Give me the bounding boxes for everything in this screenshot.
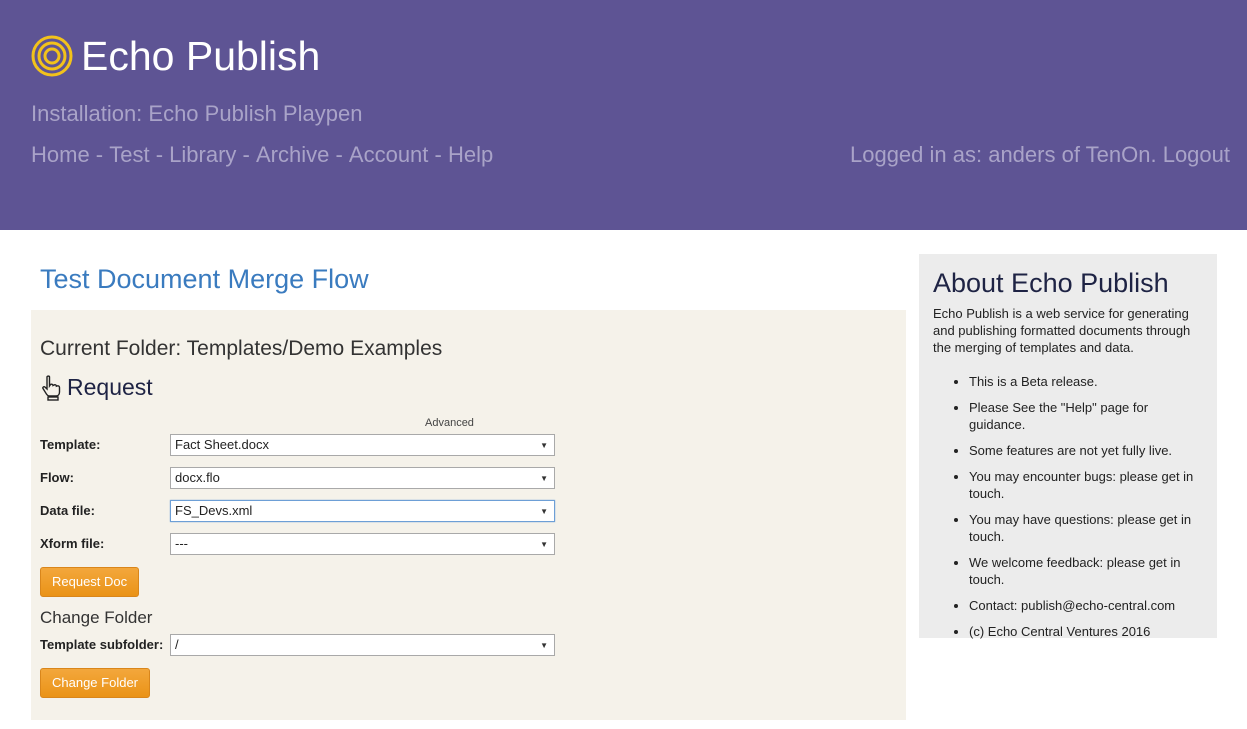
list-item: You may encounter bugs: please get in to… — [969, 468, 1203, 502]
brand-name: Echo Publish — [81, 33, 321, 79]
xform-file-value: --- — [175, 536, 188, 551]
request-doc-button[interactable]: Request Doc — [40, 567, 140, 597]
change-folder-button[interactable]: Change Folder — [40, 668, 150, 698]
template-subfolder-select[interactable]: / ▼ — [170, 634, 555, 656]
dropdown-arrow-icon: ▼ — [540, 507, 548, 516]
list-item: We welcome feedback: please get in touch… — [969, 554, 1203, 588]
about-description: Echo Publish is a web service for genera… — [933, 306, 1191, 355]
site-header: Echo Publish Installation: Echo Publish … — [0, 0, 1247, 230]
pointing-hand-icon — [42, 374, 61, 401]
advanced-toggle[interactable]: Advanced — [425, 417, 474, 429]
nav-separator: - — [89, 142, 110, 167]
data-file-value: FS_Devs.xml — [175, 503, 253, 518]
template-label: Template: — [40, 437, 101, 452]
template-subfolder-label: Template subfolder: — [40, 637, 164, 652]
nav-separator: - — [149, 142, 170, 167]
flow-value: docx.flo — [175, 470, 220, 485]
list-item: You may have questions: please get in to… — [969, 511, 1203, 545]
list-item: Contact: publish@echo-central.com — [969, 597, 1203, 614]
template-value: Fact Sheet.docx — [175, 437, 269, 452]
list-item: This is a Beta release. — [969, 373, 1203, 390]
dropdown-arrow-icon: ▼ — [540, 641, 548, 650]
dropdown-arrow-icon: ▼ — [540, 441, 548, 450]
xform-file-select[interactable]: --- ▼ — [170, 533, 555, 555]
list-item: (c) Echo Central Ventures 2016 — [969, 623, 1203, 640]
dropdown-arrow-icon: ▼ — [540, 540, 548, 549]
main-nav: Home - Test - Library - Archive - Accoun… — [31, 142, 493, 168]
nav-account[interactable]: Account — [349, 142, 429, 168]
request-panel: Current Folder: Templates/Demo Examples … — [31, 310, 906, 720]
about-sidebar: About Echo Publish Echo Publish is a web… — [919, 254, 1217, 640]
data-file-label: Data file: — [40, 503, 95, 518]
nav-help[interactable]: Help — [448, 142, 493, 168]
nav-library[interactable]: Library — [169, 142, 236, 168]
nav-separator: - — [236, 142, 256, 167]
nav-separator: - — [329, 142, 349, 167]
template-select[interactable]: Fact Sheet.docx ▼ — [170, 434, 555, 456]
installation-label: Installation: Echo Publish Playpen — [31, 101, 363, 126]
about-title: About Echo Publish — [933, 268, 1169, 298]
dropdown-arrow-icon: ▼ — [540, 474, 548, 483]
nav-separator: - — [428, 142, 448, 167]
flow-select[interactable]: docx.flo ▼ — [170, 467, 555, 489]
brand-logo-link[interactable]: Echo Publish — [31, 33, 320, 79]
about-list: This is a Beta release. Please See the "… — [933, 373, 1203, 640]
nav-test[interactable]: Test — [109, 142, 149, 168]
login-status: Logged in as: anders of TenOn. Logout — [850, 142, 1230, 168]
list-item: Please See the "Help" page for guidance. — [969, 399, 1203, 433]
logout-link[interactable]: Logout — [1163, 142, 1230, 167]
request-title: Request — [67, 374, 153, 400]
xform-file-label: Xform file: — [40, 536, 105, 551]
nav-home[interactable]: Home — [31, 142, 90, 168]
logged-in-text: Logged in as: anders of TenOn. — [849, 142, 1157, 167]
flow-label: Flow: — [40, 470, 74, 485]
page-title: Test Document Merge Flow — [40, 264, 369, 294]
list-item: Some features are not yet fully live. — [969, 442, 1203, 459]
request-heading: Request — [40, 374, 153, 401]
change-folder-heading: Change Folder — [40, 608, 153, 627]
data-file-select[interactable]: FS_Devs.xml ▼ — [170, 500, 555, 522]
concentric-circles-logo-icon — [31, 35, 73, 77]
nav-archive[interactable]: Archive — [256, 142, 329, 168]
template-subfolder-value: / — [175, 637, 179, 652]
current-folder-heading: Current Folder: Templates/Demo Examples — [40, 337, 443, 360]
